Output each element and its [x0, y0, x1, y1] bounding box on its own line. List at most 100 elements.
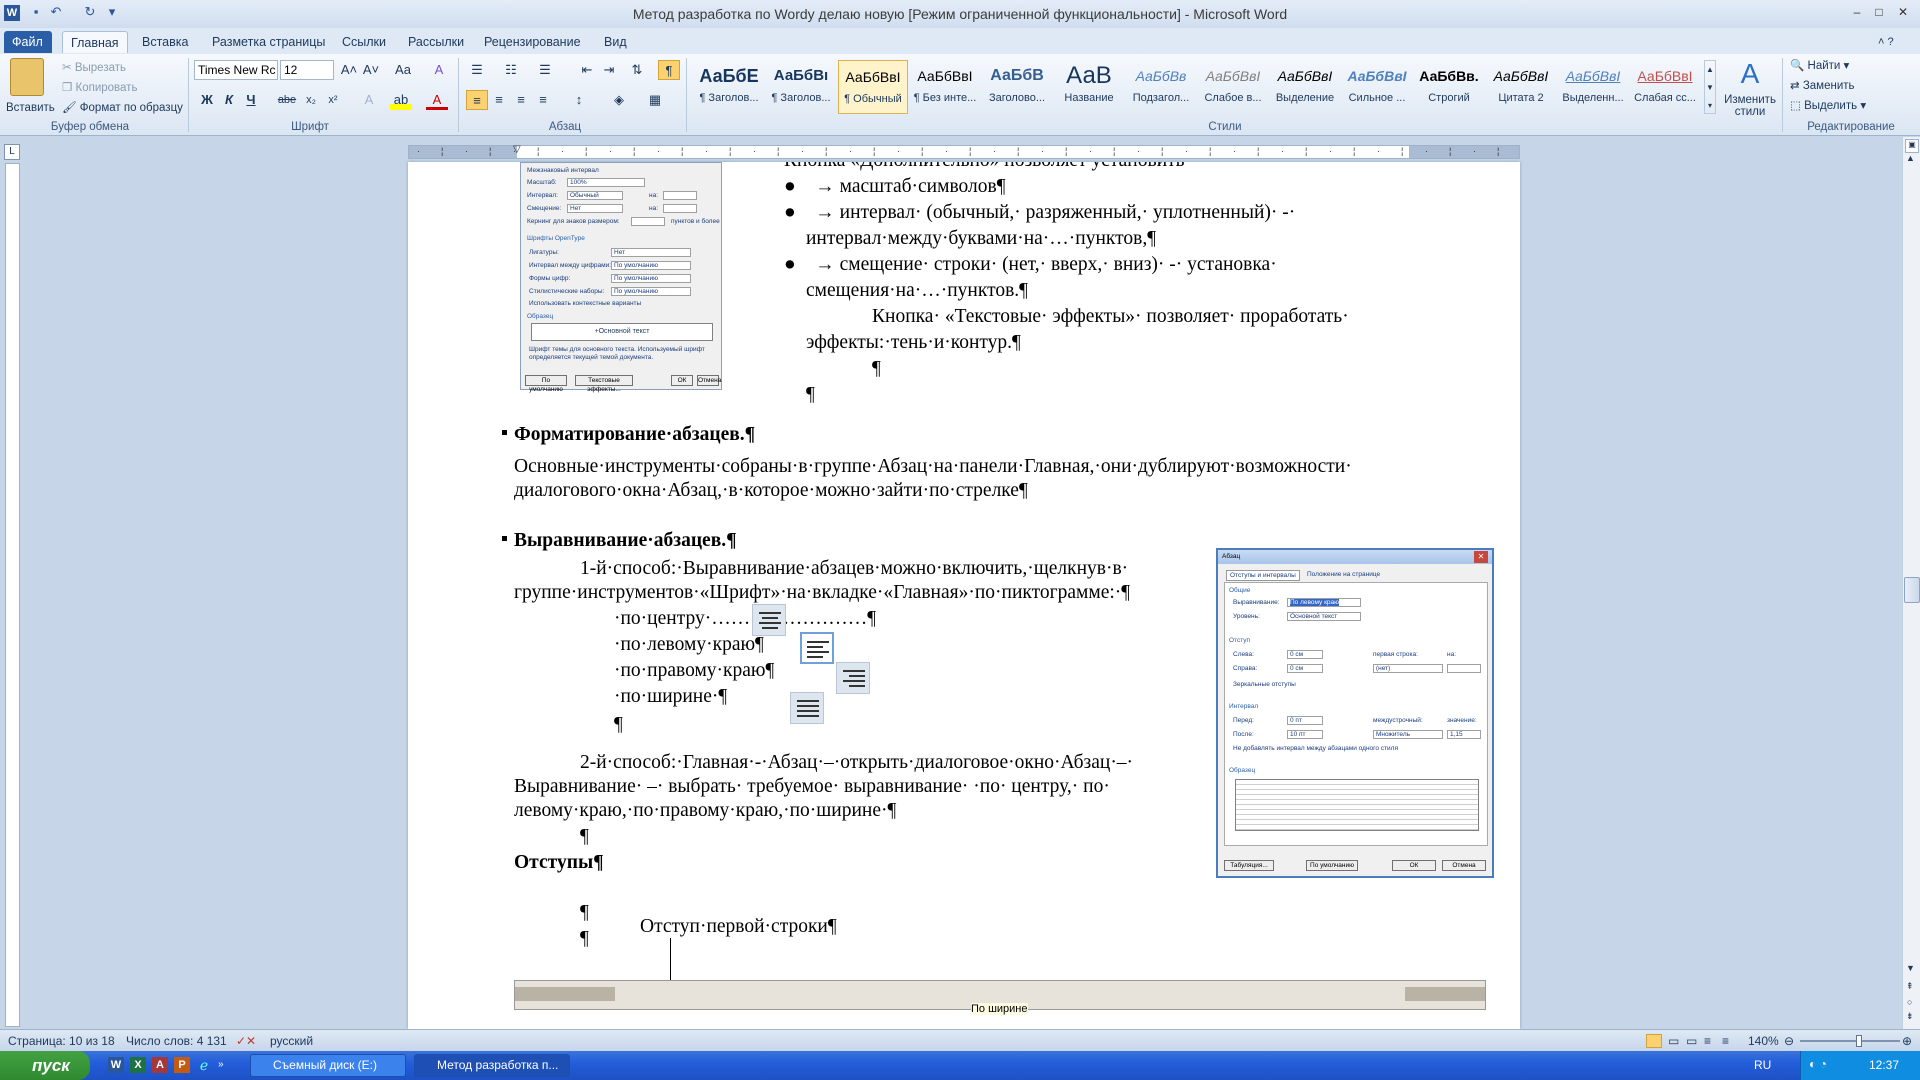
font-name-field[interactable]: Times New Rc [194, 60, 278, 80]
tab-file[interactable]: Файл [4, 31, 52, 53]
tab-page-layout[interactable]: Разметка страницы [204, 31, 333, 53]
multilevel-list-icon[interactable]: ☰ [534, 60, 556, 80]
copy-button[interactable]: ❐ Копировать [62, 80, 137, 94]
select-button[interactable]: ⬚ Выделить ▾ [1790, 98, 1866, 112]
word-quicklaunch-icon[interactable]: W [108, 1057, 124, 1073]
clear-formatting-button[interactable]: A [428, 60, 450, 80]
tab-mailings[interactable]: Рассылки [400, 31, 472, 53]
access-quicklaunch-icon[interactable]: A [152, 1057, 168, 1073]
style-normal[interactable]: АаБбВвI ¶ Обычный [838, 60, 908, 114]
close-button[interactable]: ✕ [1892, 4, 1914, 20]
maximize-button[interactable]: □ [1868, 4, 1890, 20]
tab-references[interactable]: Ссылки [334, 31, 394, 53]
scroll-thumb[interactable] [1904, 577, 1920, 603]
taskbar-item-word[interactable]: Метод разработка п... [414, 1054, 570, 1077]
tab-selector-icon[interactable]: L [4, 144, 20, 160]
zoom-in-icon[interactable]: ⊕ [1902, 1034, 1912, 1048]
superscript-button[interactable]: x² [322, 90, 344, 110]
style-intense-emphasis[interactable]: АаБбВвI Сильное ... [1342, 60, 1412, 114]
align-left-icon[interactable]: ≡ [466, 90, 488, 110]
sort-icon[interactable]: ⇅ [626, 60, 648, 80]
excel-quicklaunch-icon[interactable]: X [130, 1057, 146, 1073]
horizontal-ruler[interactable]: ▽ · ¦ · ¦ · ¦ · ¦ · ¦ · ¦ · ¦ · ¦ · ¦ · ¦ · ¦ · ¦ · ¦ · ¦ · ¦ · ¦ · ¦ · ¦ · ¦… [408, 144, 1520, 159]
draft-view-icon[interactable]: ≡ [1722, 1034, 1729, 1048]
bold-button[interactable]: Ж [196, 90, 218, 110]
vertical-ruler[interactable] [5, 163, 20, 1027]
increase-indent-icon[interactable]: ⇥ [598, 60, 620, 80]
borders-icon[interactable]: ▦ [644, 90, 666, 110]
next-page-icon[interactable]: ⇟ [1906, 1011, 1914, 1022]
tab-view[interactable]: Вид [596, 31, 635, 53]
align-center-icon[interactable]: ≡ [488, 90, 510, 110]
style-subtitle[interactable]: АаБбВв Подзагол... [1126, 60, 1196, 114]
browse-object-icon[interactable]: ○ [1907, 997, 1912, 1007]
format-painter-button[interactable]: 🖌 Формат по образцу [62, 100, 183, 114]
page-count[interactable]: Страница: 10 из 18 [8, 1034, 115, 1048]
word-count[interactable]: Число слов: 4 131 [126, 1034, 227, 1048]
style-intense-quote[interactable]: АаБбВвI Выделенн... [1558, 60, 1628, 114]
font-size-field[interactable]: 12 [280, 60, 334, 80]
style-strong[interactable]: АаБбВв. Строгий [1414, 60, 1484, 114]
prev-page-icon[interactable]: ⇞ [1906, 981, 1914, 992]
tab-insert[interactable]: Вставка [134, 31, 196, 53]
web-view-icon[interactable]: ▭ [1686, 1034, 1697, 1048]
tray-icons[interactable]: ◐ ◔ [1809, 1057, 1827, 1071]
show-marks-icon[interactable]: ¶ [658, 60, 680, 80]
document-page[interactable]: Межзнаковый интервал Масштаб: 100% Интер… [408, 162, 1520, 1029]
style-quote2[interactable]: АаБбВвI Цитата 2 [1486, 60, 1556, 114]
line-spacing-icon[interactable]: ↕ [568, 90, 590, 110]
reading-view-icon[interactable]: ▭ [1668, 1034, 1679, 1048]
style-heading1[interactable]: АаБбЕ ¶ Заголов... [694, 60, 764, 114]
style-subtle-emphasis[interactable]: АаБбВвI Слабое в... [1198, 60, 1268, 114]
minimize-button[interactable]: – [1846, 4, 1868, 20]
powerpoint-quicklaunch-icon[interactable]: P [174, 1057, 190, 1073]
tab-home[interactable]: Главная [62, 31, 128, 53]
find-button[interactable]: 🔍 Найти ▾ [1790, 58, 1849, 72]
start-button[interactable]: пуск [0, 1051, 90, 1080]
style-heading[interactable]: АаБбВ Заголово... [982, 60, 1052, 114]
vertical-scrollbar[interactable]: ▣ ▲ ▼ ⇞ ○ ⇟ [1902, 137, 1920, 1029]
style-title[interactable]: АаВ Название [1054, 60, 1124, 114]
zoom-slider-thumb[interactable] [1856, 1035, 1862, 1047]
zoom-level[interactable]: 140% [1748, 1034, 1779, 1048]
browser-quicklaunch-icon[interactable]: ℯ [196, 1057, 212, 1073]
change-styles-icon[interactable]: A [1734, 58, 1766, 92]
change-case-button[interactable]: Aa [392, 60, 414, 80]
style-heading2[interactable]: АаБбВı ¶ Заголов... [766, 60, 836, 114]
zoom-out-icon[interactable]: ⊖ [1784, 1034, 1794, 1048]
style-emphasis[interactable]: АаБбВвI Выделение [1270, 60, 1340, 114]
grow-font-button[interactable]: A˄ [338, 60, 360, 80]
highlight-icon[interactable]: ab [390, 90, 412, 110]
zoom-slider[interactable] [1800, 1040, 1900, 1042]
style-subtle-reference[interactable]: АаБбВвI Слабая сс... [1630, 60, 1700, 114]
taskbar-item-explorer[interactable]: Съемный диск (E:) [250, 1054, 406, 1077]
outline-view-icon[interactable]: ≡ [1704, 1034, 1711, 1048]
shrink-font-button[interactable]: A˅ [360, 60, 382, 80]
decrease-indent-icon[interactable]: ⇤ [576, 60, 598, 80]
scroll-down-icon[interactable]: ▼ [1906, 963, 1915, 973]
paste-button[interactable]: Вставить [6, 102, 55, 114]
font-color-icon[interactable]: A [426, 90, 448, 110]
numbering-icon[interactable]: ☷ [500, 60, 522, 80]
scroll-up-icon[interactable]: ▲ [1906, 153, 1915, 163]
replace-button[interactable]: ⇄ Заменить [1790, 78, 1855, 92]
quicklaunch-more-icon[interactable]: » [218, 1059, 228, 1071]
ruler-toggle-icon[interactable]: ▣ [1905, 139, 1919, 153]
change-styles-button[interactable]: Изменить стили [1722, 94, 1778, 118]
spelling-icon[interactable]: ✓✕ [236, 1034, 256, 1048]
paste-icon[interactable] [10, 58, 44, 96]
align-right-icon[interactable]: ≡ [510, 90, 532, 110]
bullets-icon[interactable]: ☰ [466, 60, 488, 80]
shading-icon[interactable]: ◈ [608, 90, 630, 110]
tab-review[interactable]: Рецензирование [476, 31, 589, 53]
input-language[interactable]: RU [1754, 1058, 1771, 1072]
text-effects-icon[interactable]: A [358, 90, 380, 110]
styles-scroll-icon[interactable]: ▲ ▼ ▾ [1704, 60, 1716, 114]
cut-button[interactable]: ✂ Вырезать [62, 60, 126, 74]
print-layout-view-icon[interactable] [1646, 1034, 1662, 1048]
underline-button[interactable]: Ч [240, 90, 262, 110]
subscript-button[interactable]: x₂ [300, 90, 322, 110]
italic-button[interactable]: К [218, 90, 240, 110]
ribbon-minimize-icon[interactable]: ˄ ? [1870, 31, 1902, 53]
style-no-spacing[interactable]: АаБбВвI ¶ Без инте... [910, 60, 980, 114]
